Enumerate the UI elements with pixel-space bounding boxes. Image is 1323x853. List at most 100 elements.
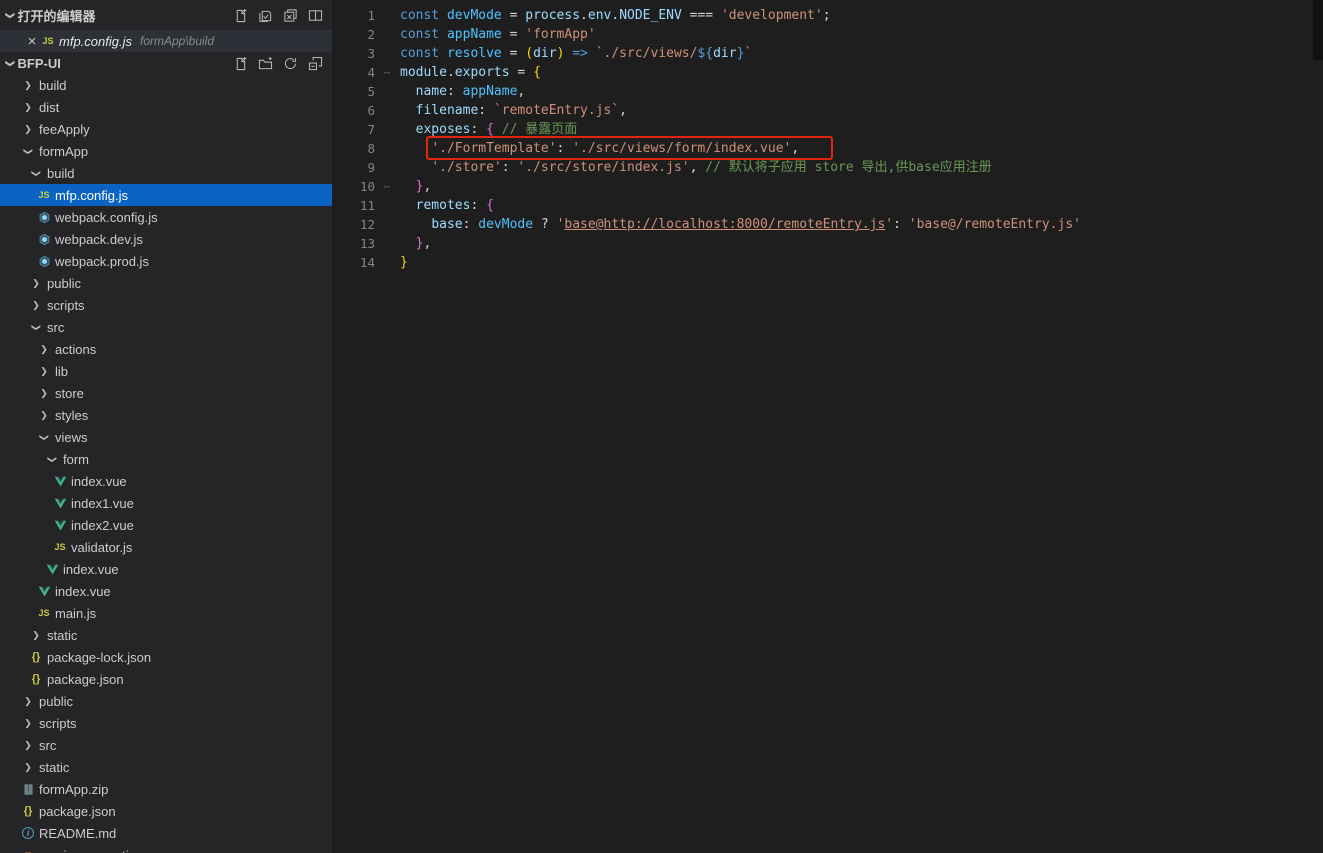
line-number[interactable]: 1 bbox=[333, 6, 375, 25]
code-line-10[interactable]: 10⋯ }, bbox=[333, 177, 1323, 196]
chevron-right-icon[interactable]: ❯ bbox=[24, 102, 32, 113]
tree-item-feeapply[interactable]: ❯feeApply bbox=[0, 118, 332, 140]
tree-item-mfp-config-js[interactable]: JSmfp.config.js bbox=[0, 184, 332, 206]
code-line-9[interactable]: 9 './store': './src/store/index.js', // … bbox=[333, 158, 1323, 177]
new-folder-icon[interactable] bbox=[256, 54, 274, 72]
line-number[interactable]: 6 bbox=[333, 101, 375, 120]
tree-item-store[interactable]: ❯store bbox=[0, 382, 332, 404]
line-number[interactable]: 3 bbox=[333, 44, 375, 63]
line-number[interactable]: 7 bbox=[333, 120, 375, 139]
chevron-right-icon[interactable]: ❯ bbox=[24, 696, 32, 707]
code-line-2[interactable]: 2const appName = 'formApp' bbox=[333, 25, 1323, 44]
chevron-down-icon[interactable]: ❯ bbox=[30, 169, 41, 177]
tree-item-package-json[interactable]: {}package.json bbox=[0, 668, 332, 690]
code-line-5[interactable]: 5 name: appName, bbox=[333, 82, 1323, 101]
tree-item-dist[interactable]: ❯dist bbox=[0, 96, 332, 118]
new-untitled-file-icon[interactable] bbox=[231, 6, 249, 24]
tree-item-static[interactable]: ❯static bbox=[0, 624, 332, 646]
tree-item-webpack-prod-js[interactable]: webpack.prod.js bbox=[0, 250, 332, 272]
tree-item-webpack-config-js[interactable]: webpack.config.js bbox=[0, 206, 332, 228]
chevron-right-icon[interactable]: ❯ bbox=[32, 278, 40, 289]
tree-item-styles[interactable]: ❯styles bbox=[0, 404, 332, 426]
code-line-12[interactable]: 12 base: devMode ? 'base@http://localhos… bbox=[333, 215, 1323, 234]
chevron-right-icon[interactable]: ❯ bbox=[32, 300, 40, 311]
chevron-right-icon[interactable]: ❯ bbox=[24, 762, 32, 773]
tree-item-index-vue[interactable]: index.vue bbox=[0, 470, 332, 492]
line-number[interactable]: 10 bbox=[333, 177, 375, 196]
tree-item-formapp-zip[interactable]: formApp.zip bbox=[0, 778, 332, 800]
line-number[interactable]: 2 bbox=[333, 25, 375, 44]
chevron-right-icon[interactable]: ❯ bbox=[40, 366, 48, 377]
tree-item-src[interactable]: ❯src bbox=[0, 734, 332, 756]
chevron-down-icon[interactable]: ❯ bbox=[4, 11, 15, 19]
code-line-6[interactable]: 6 filename: `remoteEntry.js`, bbox=[333, 101, 1323, 120]
chevron-right-icon[interactable]: ❯ bbox=[24, 740, 32, 751]
line-number[interactable]: 5 bbox=[333, 82, 375, 101]
minimap-scrollbar[interactable] bbox=[1313, 0, 1323, 60]
tree-item-version-properties[interactable]: ≡version.properties bbox=[0, 844, 332, 853]
open-editor-item[interactable]: × JS mfp.config.js formApp\build bbox=[0, 30, 332, 52]
tree-item-scripts[interactable]: ❯scripts bbox=[0, 294, 332, 316]
chevron-down-icon[interactable]: ❯ bbox=[30, 323, 41, 331]
open-editors-header[interactable]: ❯ 打开的编辑器 bbox=[0, 0, 332, 30]
webpack-file-icon bbox=[36, 253, 52, 269]
code-line-13[interactable]: 13 }, bbox=[333, 234, 1323, 253]
tree-item-build[interactable]: ❯build bbox=[0, 74, 332, 96]
tree-item-static[interactable]: ❯static bbox=[0, 756, 332, 778]
refresh-explorer-icon[interactable] bbox=[281, 54, 299, 72]
code-editor[interactable]: 1const devMode = process.env.NODE_ENV ==… bbox=[333, 0, 1323, 853]
chevron-down-icon[interactable]: ❯ bbox=[38, 433, 49, 441]
tree-item-build[interactable]: ❯build bbox=[0, 162, 332, 184]
code-line-4[interactable]: 4⋯module.exports = { bbox=[333, 63, 1323, 82]
tree-item-index-vue[interactable]: index.vue bbox=[0, 580, 332, 602]
close-all-editors-icon[interactable] bbox=[281, 6, 299, 24]
close-icon[interactable]: × bbox=[24, 34, 40, 49]
line-number[interactable]: 13 bbox=[333, 234, 375, 253]
tree-item-actions[interactable]: ❯actions bbox=[0, 338, 332, 360]
save-all-icon[interactable] bbox=[256, 6, 274, 24]
chevron-right-icon[interactable]: ❯ bbox=[24, 124, 32, 135]
tree-item-main-js[interactable]: JSmain.js bbox=[0, 602, 332, 624]
tree-item-form[interactable]: ❯form bbox=[0, 448, 332, 470]
tree-item-webpack-dev-js[interactable]: webpack.dev.js bbox=[0, 228, 332, 250]
chevron-down-icon[interactable]: ❯ bbox=[4, 59, 15, 67]
chevron-down-icon[interactable]: ❯ bbox=[46, 455, 57, 463]
line-number[interactable]: 11 bbox=[333, 196, 375, 215]
code-line-14[interactable]: 14} bbox=[333, 253, 1323, 272]
tree-item-package-json[interactable]: {}package.json bbox=[0, 800, 332, 822]
tree-item-src[interactable]: ❯src bbox=[0, 316, 332, 338]
chevron-right-icon[interactable]: ❯ bbox=[40, 410, 48, 421]
explorer-root-header[interactable]: ❯ BFP-UI bbox=[0, 52, 332, 74]
new-file-icon[interactable] bbox=[231, 54, 249, 72]
chevron-right-icon[interactable]: ❯ bbox=[24, 80, 32, 91]
line-number[interactable]: 14 bbox=[333, 253, 375, 272]
tree-item-public[interactable]: ❯public bbox=[0, 690, 332, 712]
tree-item-index1-vue[interactable]: index1.vue bbox=[0, 492, 332, 514]
tree-item-formapp[interactable]: ❯formApp bbox=[0, 140, 332, 162]
chevron-right-icon[interactable]: ❯ bbox=[24, 718, 32, 729]
tree-item-scripts[interactable]: ❯scripts bbox=[0, 712, 332, 734]
chevron-down-icon[interactable]: ❯ bbox=[22, 147, 33, 155]
tree-item-lib[interactable]: ❯lib bbox=[0, 360, 332, 382]
tree-item-index2-vue[interactable]: index2.vue bbox=[0, 514, 332, 536]
collapse-folders-icon[interactable] bbox=[306, 54, 324, 72]
code-line-3[interactable]: 3const resolve = (dir) => `./src/views/$… bbox=[333, 44, 1323, 63]
code-line-7[interactable]: 7 exposes: { // 暴露页面 bbox=[333, 120, 1323, 139]
line-number[interactable]: 4 bbox=[333, 63, 375, 82]
tree-item-validator-js[interactable]: JSvalidator.js bbox=[0, 536, 332, 558]
tree-item-package-lock-json[interactable]: {}package-lock.json bbox=[0, 646, 332, 668]
chevron-right-icon[interactable]: ❯ bbox=[40, 344, 48, 355]
code-line-8[interactable]: 8 './FormTemplate': './src/views/form/in… bbox=[333, 139, 1323, 158]
chevron-right-icon[interactable]: ❯ bbox=[32, 630, 40, 641]
line-number[interactable]: 8 bbox=[333, 139, 375, 158]
code-line-1[interactable]: 1const devMode = process.env.NODE_ENV ==… bbox=[333, 6, 1323, 25]
tree-item-readme-md[interactable]: iREADME.md bbox=[0, 822, 332, 844]
tree-item-public[interactable]: ❯public bbox=[0, 272, 332, 294]
chevron-right-icon[interactable]: ❯ bbox=[40, 388, 48, 399]
tree-item-index-vue[interactable]: index.vue bbox=[0, 558, 332, 580]
tree-item-views[interactable]: ❯views bbox=[0, 426, 332, 448]
line-number[interactable]: 12 bbox=[333, 215, 375, 234]
toggle-editor-layout-icon[interactable] bbox=[306, 6, 324, 24]
code-line-11[interactable]: 11 remotes: { bbox=[333, 196, 1323, 215]
line-number[interactable]: 9 bbox=[333, 158, 375, 177]
